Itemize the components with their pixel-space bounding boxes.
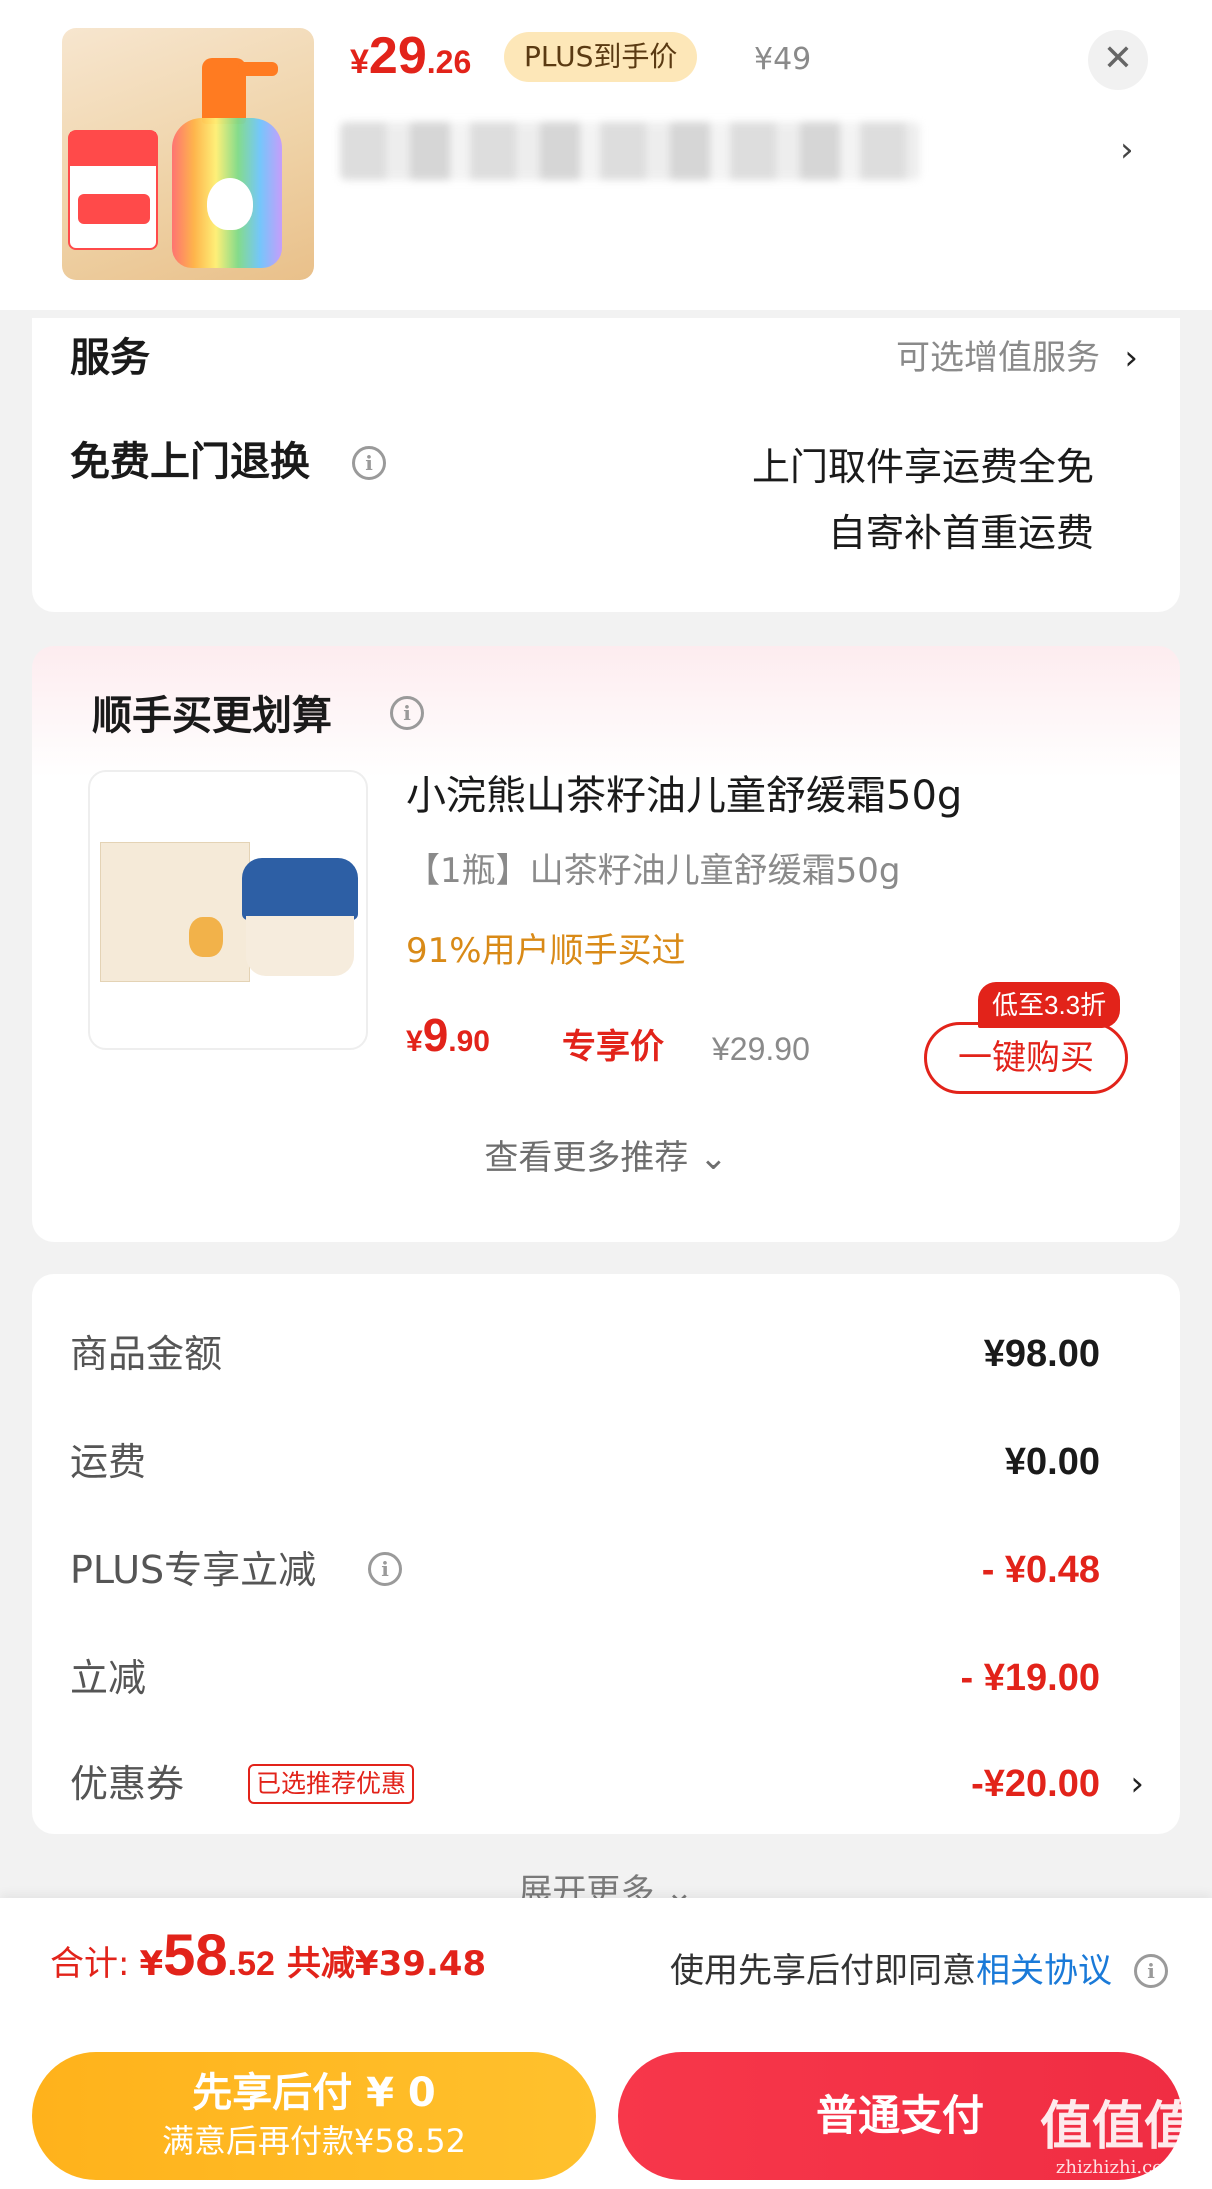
selected-spec-blurred[interactable] [340, 122, 920, 180]
pay-later-button[interactable]: 先享后付 ¥ 0 满意后再付款¥58.52 [32, 2052, 596, 2180]
free-return-description: 上门取件享运费全免 自寄补首重运费 [752, 434, 1094, 566]
summary-value: - ¥0.48 [981, 1549, 1100, 1591]
recommend-product-name[interactable]: 小浣熊山茶籽油儿童舒缓霜50g [406, 766, 962, 826]
summary-label: 优惠券 [70, 1762, 185, 1806]
plus-price-tag: PLUS到手价 [504, 32, 698, 82]
coupon-selected-tag: 已选推荐优惠 [248, 1764, 415, 1804]
chevron-right-icon[interactable]: › [1124, 330, 1138, 386]
free-return-title: 免费上门退换 [70, 439, 310, 485]
summary-label: 立减 [70, 1656, 147, 1700]
total-symbol: ¥ [139, 1944, 164, 1984]
summary-row-coupon[interactable]: 优惠券 已选推荐优惠 -¥20.00 › [70, 1752, 1144, 1816]
recommend-price: ¥9.90 [406, 1008, 490, 1062]
total-integer: 58 [163, 1923, 228, 1988]
price-decimal: .90 [448, 1025, 490, 1058]
agreement-text: 使用先享后付即同意相关协议 [670, 1946, 1112, 1996]
total-decimal: .52 [227, 1945, 275, 1983]
original-price: ¥49 [754, 42, 812, 77]
return-desc-line1: 上门取件享运费全免 [751, 445, 1094, 489]
summary-label: PLUS专享立减 [70, 1548, 317, 1592]
recommend-product-spec: 【1瓶】山茶籽油儿童舒缓霜50g [406, 851, 901, 891]
jar-lid-shape [242, 858, 358, 920]
price-integer: 29 [368, 27, 427, 85]
info-icon[interactable]: i [368, 1552, 402, 1586]
summary-value: - ¥19.00 [960, 1657, 1100, 1699]
watermark-url: zhizhizhi.com [1055, 2157, 1181, 2178]
product-box-shape [100, 842, 250, 982]
chevron-right-icon[interactable]: › [1120, 130, 1134, 170]
close-icon: ✕ [1102, 38, 1134, 79]
bunny-shape [207, 178, 253, 230]
summary-row-shipping: 运费 ¥0.00 [70, 1430, 1100, 1494]
total-amount: 合计: ¥58.52 共减¥39.48 [50, 1922, 486, 1989]
summary-value: ¥98.00 [983, 1333, 1100, 1375]
service-card: 服务 可选增值服务 › 免费上门退换 i 上门取件享运费全免 自寄补首重运费 [32, 318, 1180, 612]
recommend-purchase-stat: 91%用户顺手买过 [406, 931, 686, 971]
discount-badge: 低至3.3折 [978, 982, 1121, 1028]
summary-row-plus: PLUS专享立减 i - ¥0.48 [70, 1538, 1100, 1602]
summary-row-goods: 商品金额 ¥98.00 [70, 1322, 1100, 1386]
total-label: 合计: [50, 1944, 130, 1984]
recommend-product-image[interactable] [88, 770, 368, 1050]
jar-body-shape [246, 916, 354, 976]
summary-label: 运费 [70, 1440, 147, 1484]
promo-sticker-header [70, 132, 156, 166]
info-icon[interactable]: i [1134, 1954, 1168, 1988]
chevron-right-icon[interactable]: › [1130, 1752, 1144, 1816]
product-price: ¥29.26 [350, 26, 471, 86]
promo-sticker [68, 130, 158, 250]
pay-later-title: 先享后付 ¥ 0 [192, 2070, 436, 2116]
checkout-bar: 合计: ¥58.52 共减¥39.48 使用先享后付即同意相关协议 i 先享后付 ¥… [0, 1898, 1212, 2189]
agreement-prefix: 使用先享后付即同意 [670, 1951, 976, 1991]
price-symbol: ¥ [406, 1025, 423, 1058]
summary-row-discount: 立减 - ¥19.00 [70, 1646, 1100, 1710]
recommend-original-price: ¥29.90 [712, 1031, 810, 1067]
summary-value: -¥20.00 [971, 1763, 1100, 1805]
price-symbol: ¥ [350, 43, 369, 81]
one-click-buy-button[interactable]: 一键购买 [924, 1022, 1128, 1094]
service-title: 服务 [70, 335, 150, 381]
summary-value: ¥0.00 [1004, 1441, 1100, 1483]
price-decimal: .26 [426, 44, 472, 80]
recommend-title: 顺手买更划算 [92, 693, 332, 739]
promo-sticker-price [78, 194, 150, 224]
optional-service-link[interactable]: 可选增值服务 [896, 328, 1100, 388]
bear-shape [189, 917, 223, 957]
site-watermark: 值值值 zhizhizhi.com [1040, 2097, 1196, 2179]
info-icon[interactable]: i [390, 696, 424, 730]
exclusive-price-label: 专享价 [562, 1027, 664, 1067]
price-integer: 9 [422, 1009, 449, 1061]
info-icon[interactable]: i [352, 446, 386, 480]
pay-later-subtitle: 满意后再付款¥58.52 [162, 2122, 466, 2160]
watermark-logo: 值值值 [1039, 2096, 1196, 2157]
close-button[interactable]: ✕ [1088, 30, 1148, 90]
total-saved: 共减¥39.48 [286, 1944, 487, 1984]
order-summary-card: 商品金额 ¥98.00 运费 ¥0.00 PLUS专享立减 i - ¥0.48 … [32, 1274, 1180, 1834]
agreement-link[interactable]: 相关协议 [976, 1951, 1112, 1991]
return-desc-line2: 自寄补首重运费 [827, 511, 1094, 555]
product-thumbnail[interactable] [62, 28, 314, 280]
product-header: ¥29.26 PLUS到手价 ¥49 ✕ › [0, 0, 1212, 310]
more-recommend-link[interactable]: 查看更多推荐 ⌄ [32, 1130, 1180, 1186]
summary-label: 商品金额 [70, 1332, 223, 1376]
nozzle-shape [238, 62, 278, 76]
recommend-card: 顺手买更划算 i 小浣熊山茶籽油儿童舒缓霜50g 【1瓶】山茶籽油儿童舒缓霜50… [32, 646, 1180, 1242]
